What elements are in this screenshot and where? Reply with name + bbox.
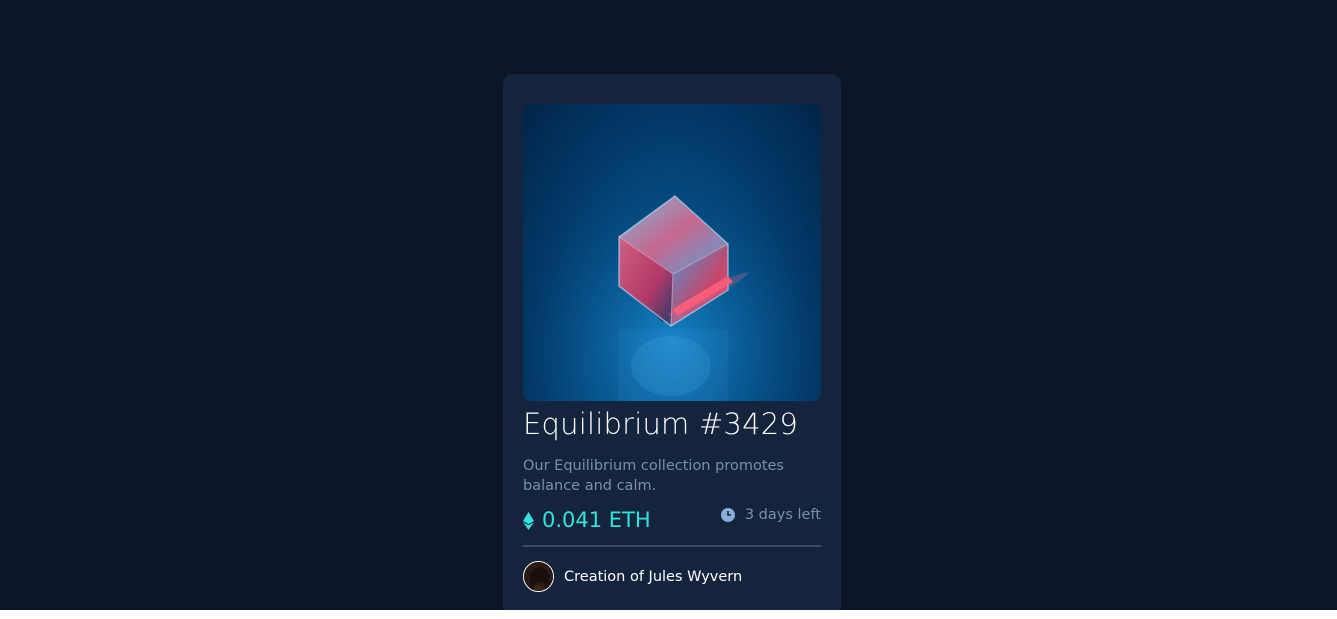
- equilibrium-image[interactable]: [523, 104, 821, 401]
- price-block: 0.041 ETH: [523, 508, 651, 532]
- page-background: Equilibrium #3429 Our Equilibrium collec…: [0, 0, 1337, 610]
- time-left-block: 3 days left: [720, 507, 821, 523]
- clock-icon: [720, 508, 735, 522]
- nft-title[interactable]: Equilibrium #3429: [523, 407, 798, 441]
- ethereum-icon: [523, 511, 534, 530]
- price-value: 0.041 ETH: [542, 508, 651, 532]
- nft-preview-card: Equilibrium #3429 Our Equilibrium collec…: [503, 74, 841, 610]
- time-left-text: 3 days left: [744, 507, 821, 523]
- creator-block: Creation of Jules Wyvern: [523, 561, 742, 592]
- nft-description: Our Equilibrium collection promotes bala…: [523, 458, 784, 494]
- divider: [523, 545, 821, 547]
- creator-avatar: [523, 561, 554, 592]
- cube-illustration: [523, 104, 821, 401]
- creator-text[interactable]: Creation of Jules Wyvern: [564, 569, 742, 585]
